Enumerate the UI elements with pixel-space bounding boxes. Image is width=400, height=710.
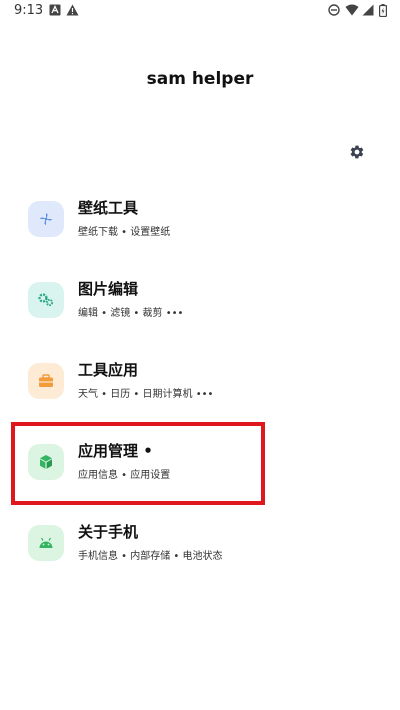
menu-item-title: 图片编辑: [78, 280, 139, 298]
settings-button[interactable]: [346, 141, 368, 163]
menu-item-title: 壁纸工具: [78, 199, 139, 217]
battery-icon: [379, 4, 387, 17]
app-title: sam helper: [146, 69, 254, 89]
menu-item-subtitle: 天气 • 日历 • 日期计算机 •••: [78, 389, 214, 400]
wallpaper-icon-tile: [28, 201, 64, 237]
android-icon: [39, 537, 53, 548]
app-management-icon-tile: [28, 444, 64, 480]
do-not-disturb-icon: [328, 4, 340, 16]
menu-item-subtitle: 手机信息 • 内部存储 • 电池状态: [78, 551, 223, 562]
menu-item-title: 应用管理 •: [78, 442, 153, 460]
menu-item-title: 工具应用: [78, 361, 139, 379]
menu-item-app-management[interactable]: 应用管理 • 应用信息 • 应用设置: [16, 426, 384, 498]
menu-item-about-phone[interactable]: 关于手机 手机信息 • 内部存储 • 电池状态: [16, 507, 384, 579]
status-time: 9:13: [14, 3, 44, 18]
signal-icon: [362, 4, 374, 16]
about-phone-icon-tile: [28, 525, 64, 561]
status-bar: 9:13: [0, 0, 400, 24]
warning-icon: [66, 4, 79, 16]
gear-icon: [350, 145, 364, 159]
image-edit-icon-tile: [28, 282, 64, 318]
menu-item-subtitle: 壁纸下载 • 设置壁纸: [78, 227, 171, 238]
gears-icon: [38, 293, 54, 307]
wifi-icon: [345, 4, 359, 16]
toolbox-icon: [39, 374, 53, 387]
menu-item-image-editing[interactable]: 图片编辑 编辑 • 滤镜 • 裁剪 •••: [16, 264, 384, 336]
menu-item-title: 关于手机: [78, 523, 139, 541]
menu-item-subtitle: 应用信息 • 应用设置: [78, 470, 171, 481]
menu-item-wallpaper-tools[interactable]: 壁纸工具 壁纸下载 • 设置壁纸: [16, 183, 384, 255]
pinwheel-icon: [40, 213, 52, 225]
menu-item-subtitle: 编辑 • 滤镜 • 裁剪 •••: [78, 308, 184, 319]
menu-item-tool-apps[interactable]: 工具应用 天气 • 日历 • 日期计算机 •••: [16, 345, 384, 417]
cube-icon: [40, 455, 52, 469]
tool-apps-icon-tile: [28, 363, 64, 399]
a-box-icon: [49, 4, 61, 16]
